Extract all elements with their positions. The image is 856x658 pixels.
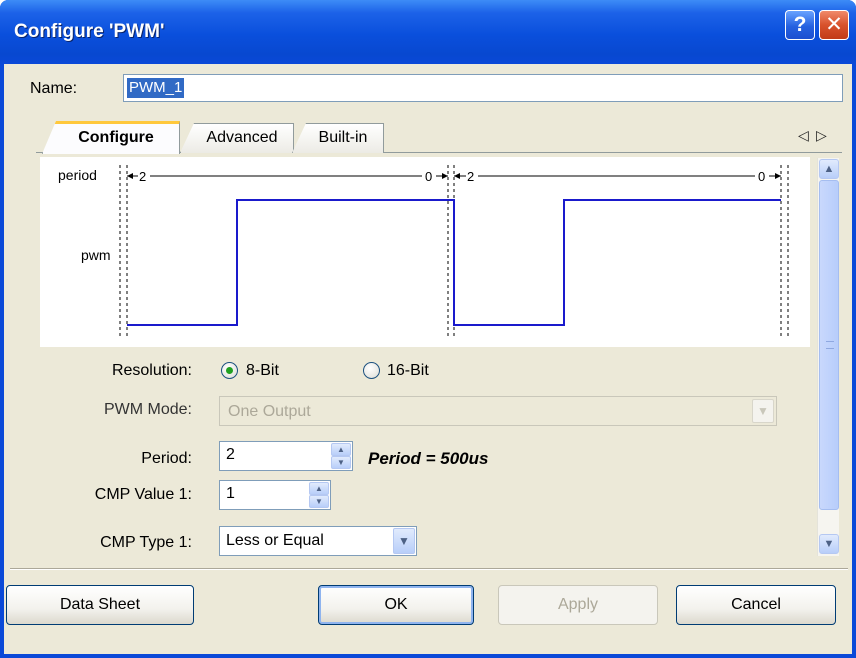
period-value: 2 <box>226 446 235 463</box>
scroll-down-icon[interactable]: ▼ <box>819 534 839 554</box>
pwm-mode-select: One Output ▼ <box>219 396 777 426</box>
apply-button[interactable]: Apply <box>498 585 658 625</box>
name-value: PWM_1 <box>127 78 185 98</box>
period-spinbox[interactable]: 2 ▲ ▼ <box>219 441 353 471</box>
scroll-up-icon[interactable]: ▲ <box>819 159 839 179</box>
window-title: Configure 'PWM' <box>14 21 165 42</box>
dialog-window: Configure 'PWM' ? ✕ Name: PWM_1 Configur… <box>0 0 856 658</box>
resolution-8bit-radio[interactable] <box>221 362 238 379</box>
chevron-down-icon: ▼ <box>752 399 774 423</box>
cmp-value-1-value: 1 <box>226 485 235 502</box>
cmp-type-1-value: Less or Equal <box>226 532 324 549</box>
arrow-right-icon <box>442 173 448 179</box>
spin-up-icon[interactable]: ▲ <box>309 482 329 495</box>
help-button[interactable]: ? <box>785 10 815 40</box>
cmp-type-1-label: CMP Type 1: <box>100 534 192 551</box>
arrow-left-icon <box>454 173 460 179</box>
period-count-start: 2 <box>139 169 146 184</box>
chevron-down-icon[interactable]: ▼ <box>393 528 415 554</box>
period-label: period <box>58 167 97 183</box>
arrow-left-icon <box>127 173 133 179</box>
resolution-8bit-label[interactable]: 8-Bit <box>246 362 279 380</box>
resolution-16bit-radio[interactable] <box>363 362 380 379</box>
tab-scroll-right-icon[interactable]: ▷ <box>816 127 827 144</box>
cancel-button[interactable]: Cancel <box>676 585 836 625</box>
data-sheet-button[interactable]: Data Sheet <box>6 585 194 625</box>
period-count-end: 0 <box>758 169 765 184</box>
resolution-label: Resolution: <box>111 362 192 379</box>
pwm-waveform: period pwm 2 0 2 0 <box>40 157 810 347</box>
grip-icon <box>826 341 834 349</box>
pwm-mode-value: One Output <box>228 403 311 420</box>
period-readout: Period = 500us <box>368 449 489 468</box>
pwm-label: pwm <box>81 247 111 263</box>
ok-button[interactable]: OK <box>318 585 474 625</box>
cmp-type-1-select[interactable]: Less or Equal ▼ <box>219 526 417 556</box>
period-count-start: 2 <box>467 169 474 184</box>
name-label: Name: <box>30 80 78 97</box>
radio-selected-dot <box>226 367 233 374</box>
tab-configure[interactable]: Configure <box>42 121 180 154</box>
tab-scroll-left-icon[interactable]: ◁ <box>798 127 809 144</box>
spin-up-icon[interactable]: ▲ <box>331 443 351 456</box>
period-label: Period: <box>141 450 192 467</box>
spin-down-icon[interactable]: ▼ <box>309 495 329 508</box>
pwm-trace <box>127 199 781 326</box>
period-count-end: 0 <box>425 169 432 184</box>
cmp-value-1-spinbox[interactable]: 1 ▲ ▼ <box>219 480 331 510</box>
separator <box>10 568 848 570</box>
arrow-right-icon <box>775 173 781 179</box>
tab-built-in[interactable]: Built-in <box>292 123 384 153</box>
tab-advanced[interactable]: Advanced <box>180 123 294 153</box>
name-input[interactable]: PWM_1 <box>123 74 843 102</box>
spin-down-icon[interactable]: ▼ <box>331 456 351 469</box>
close-button[interactable]: ✕ <box>819 10 849 40</box>
vertical-scrollbar[interactable]: ▲ ▼ <box>817 158 839 556</box>
resolution-16bit-label[interactable]: 16-Bit <box>387 362 429 380</box>
scroll-thumb[interactable] <box>819 180 839 510</box>
title-bar[interactable]: Configure 'PWM' ? ✕ <box>0 0 856 64</box>
pwm-mode-label: PWM Mode: <box>103 401 192 418</box>
cmp-value-1-label: CMP Value 1: <box>94 486 192 503</box>
